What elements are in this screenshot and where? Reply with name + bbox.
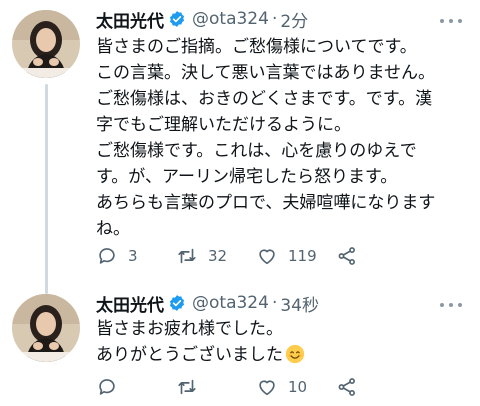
tweet-text-line: ね。 — [96, 219, 130, 239]
verified-badge-icon — [169, 295, 185, 311]
tweet-text-span: ありがとうございました — [96, 345, 283, 365]
retweet-count: 32 — [208, 247, 228, 265]
reply-button[interactable] — [96, 376, 176, 398]
avatar[interactable] — [12, 294, 80, 362]
separator-dot: · — [271, 293, 278, 313]
more-icon[interactable] — [440, 14, 462, 28]
tweet-text-line: ご愁傷様です。これは、心を慮りのゆえで — [96, 141, 417, 161]
reply-icon — [99, 248, 115, 264]
tweet-text-line: 皆さまお疲れ様でした。 — [96, 319, 283, 339]
retweet-icon — [178, 248, 196, 264]
author-name[interactable]: 太田光代 — [96, 7, 164, 32]
like-icon — [259, 249, 275, 265]
retweet-button[interactable]: 32 — [176, 245, 256, 267]
author-name[interactable]: 太田光代 — [96, 291, 164, 316]
verified-badge-icon — [169, 11, 185, 27]
like-button[interactable]: 119 — [256, 245, 336, 267]
tweet-text-line: ご愁傷様は、おきのどくさまです。です。漢 — [96, 89, 433, 109]
smiling-face-emoji — [285, 344, 305, 364]
tweet[interactable]: 太田光代 @ota324 · 34秒 皆さまお疲れ様でした。 ありがとうございま… — [0, 290, 480, 406]
more-icon[interactable] — [440, 298, 462, 312]
like-count: 10 — [288, 378, 308, 396]
author-handle[interactable]: @ota324 — [192, 293, 269, 313]
share-icon — [338, 247, 355, 265]
retweet-button[interactable] — [176, 376, 256, 398]
tweet-timestamp[interactable]: 34秒 — [280, 291, 319, 316]
tweet-thread: 太田光代 @ota324 · 2分 皆さまのご指摘。ご愁傷様についてです。 この… — [0, 0, 480, 406]
tweet-text: 皆さまのご指摘。ご愁傷様についてです。 この言葉。決して悪い言葉ではありません。… — [96, 34, 468, 242]
tweet-header: 太田光代 @ota324 · 34秒 — [96, 291, 319, 316]
avatar[interactable] — [12, 10, 80, 78]
share-icon — [338, 378, 355, 396]
tweet-text-line: この言葉。決して悪い言葉ではありません。 — [96, 63, 435, 83]
tweet-text-line: ありがとうございました — [96, 342, 468, 368]
reply-button[interactable]: 3 — [96, 245, 176, 267]
share-button[interactable] — [336, 376, 376, 398]
separator-dot: · — [271, 9, 278, 29]
reply-icon — [99, 379, 115, 395]
thread-connector-line — [45, 84, 48, 294]
tweet-text-line: 皆さまのご指摘。ご愁傷様についてです。 — [96, 37, 417, 57]
tweet-actions: 3 32 119 — [96, 243, 416, 269]
reply-count: 3 — [128, 247, 138, 265]
share-button[interactable] — [336, 245, 376, 267]
retweet-icon — [178, 379, 196, 395]
tweet-header: 太田光代 @ota324 · 2分 — [96, 7, 308, 32]
like-count: 119 — [288, 247, 317, 265]
author-handle[interactable]: @ota324 — [192, 9, 269, 29]
like-button[interactable]: 10 — [256, 376, 336, 398]
tweet-text-line: 字でもご理解いただけるように。 — [96, 115, 351, 135]
tweet-text: 皆さまお疲れ様でした。 ありがとうございました — [96, 316, 468, 368]
tweet-timestamp[interactable]: 2分 — [280, 7, 308, 32]
tweet-text-line: あちらも言葉のプロで、夫婦喧嘩になります — [96, 193, 436, 213]
like-icon — [259, 380, 275, 396]
tweet-text-line: す。が、アーリン帰宅したら怒ります。 — [96, 167, 398, 187]
tweet-actions: 10 — [96, 374, 416, 400]
tweet[interactable]: 太田光代 @ota324 · 2分 皆さまのご指摘。ご愁傷様についてです。 この… — [0, 0, 480, 294]
